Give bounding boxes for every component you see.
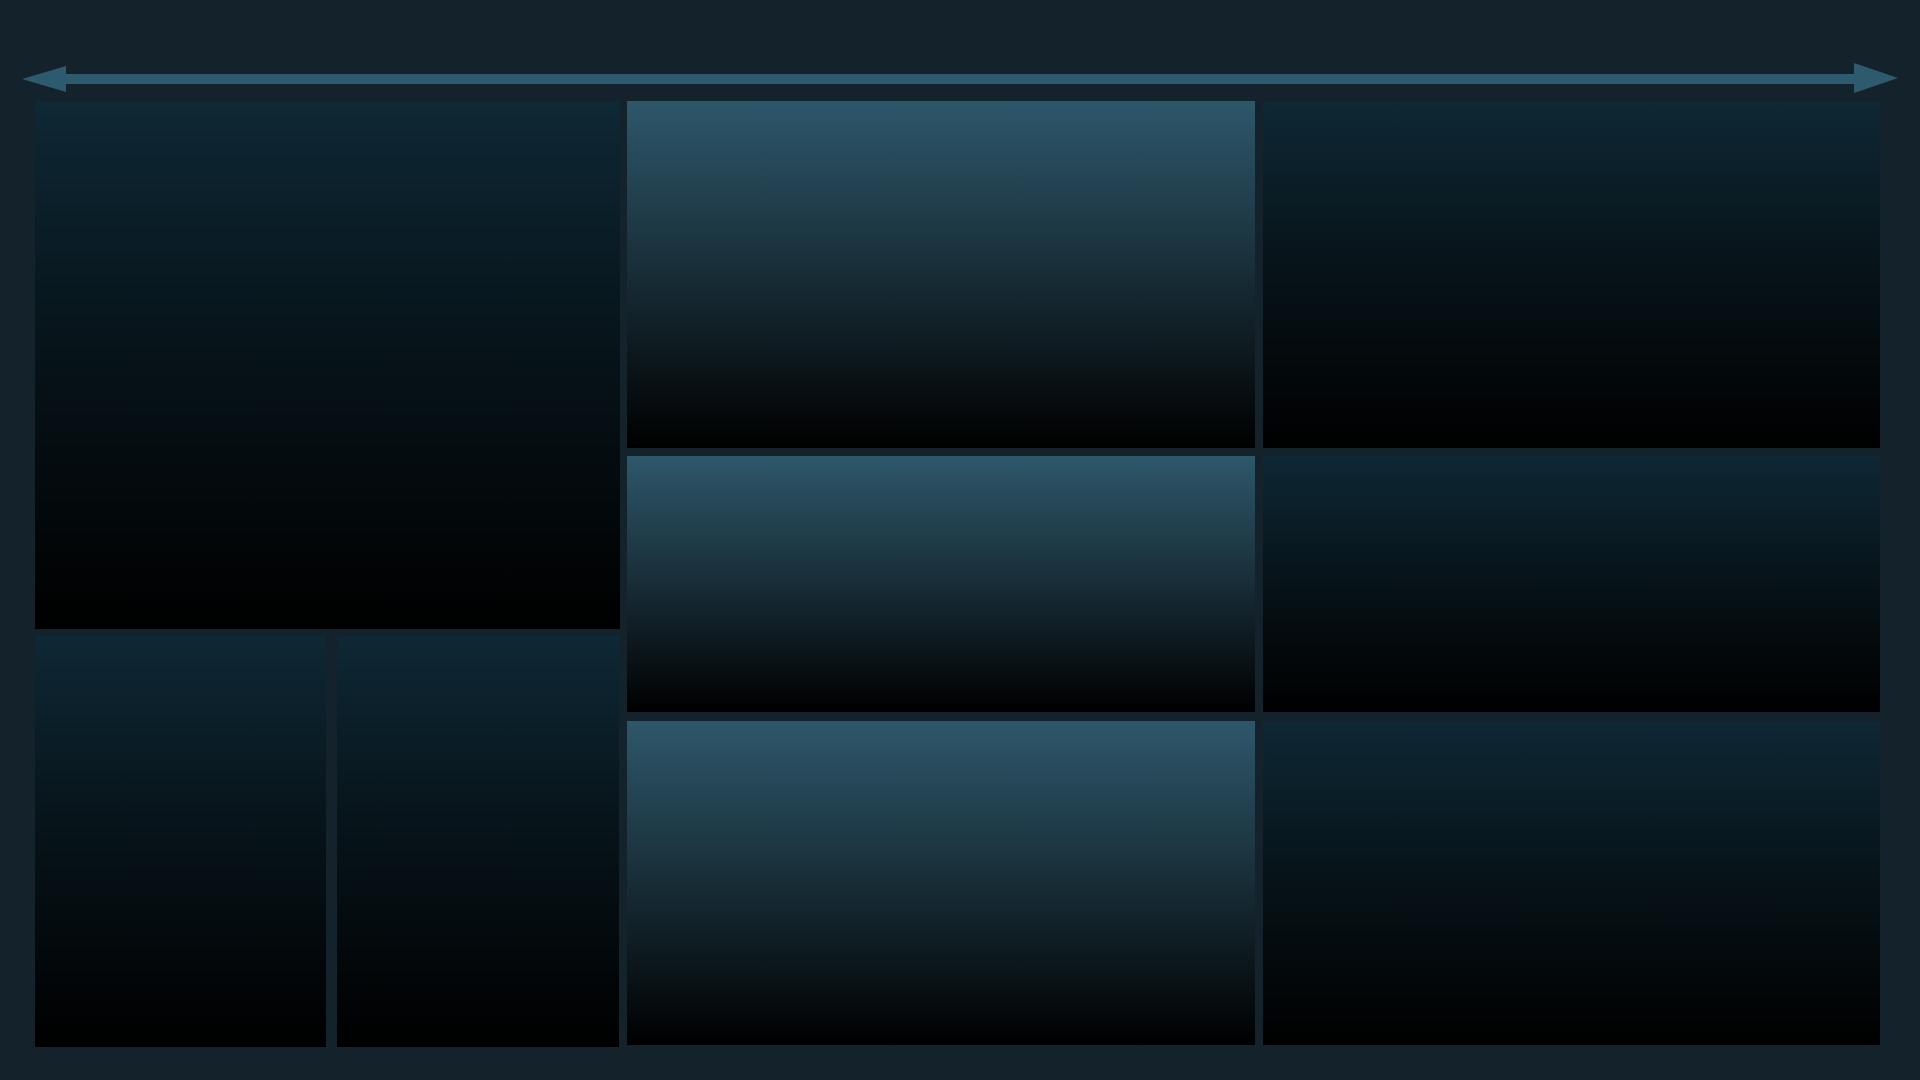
tile-left-large[interactable] [35,101,620,629]
tile-middle-center[interactable] [627,456,1255,712]
tile-middle-bottom[interactable] [627,721,1255,1045]
tile-right-center[interactable] [1263,456,1880,712]
tile-middle-top[interactable] [627,101,1255,448]
arrow-shaft [60,74,1860,84]
tile-wall [0,0,1920,1080]
tile-left-bottom-right[interactable] [337,636,619,1047]
tile-right-top[interactable] [1263,101,1880,448]
arrow-right-head-icon [1854,63,1898,93]
tile-left-bottom-left[interactable] [35,636,326,1047]
tile-right-bottom[interactable] [1263,721,1880,1045]
